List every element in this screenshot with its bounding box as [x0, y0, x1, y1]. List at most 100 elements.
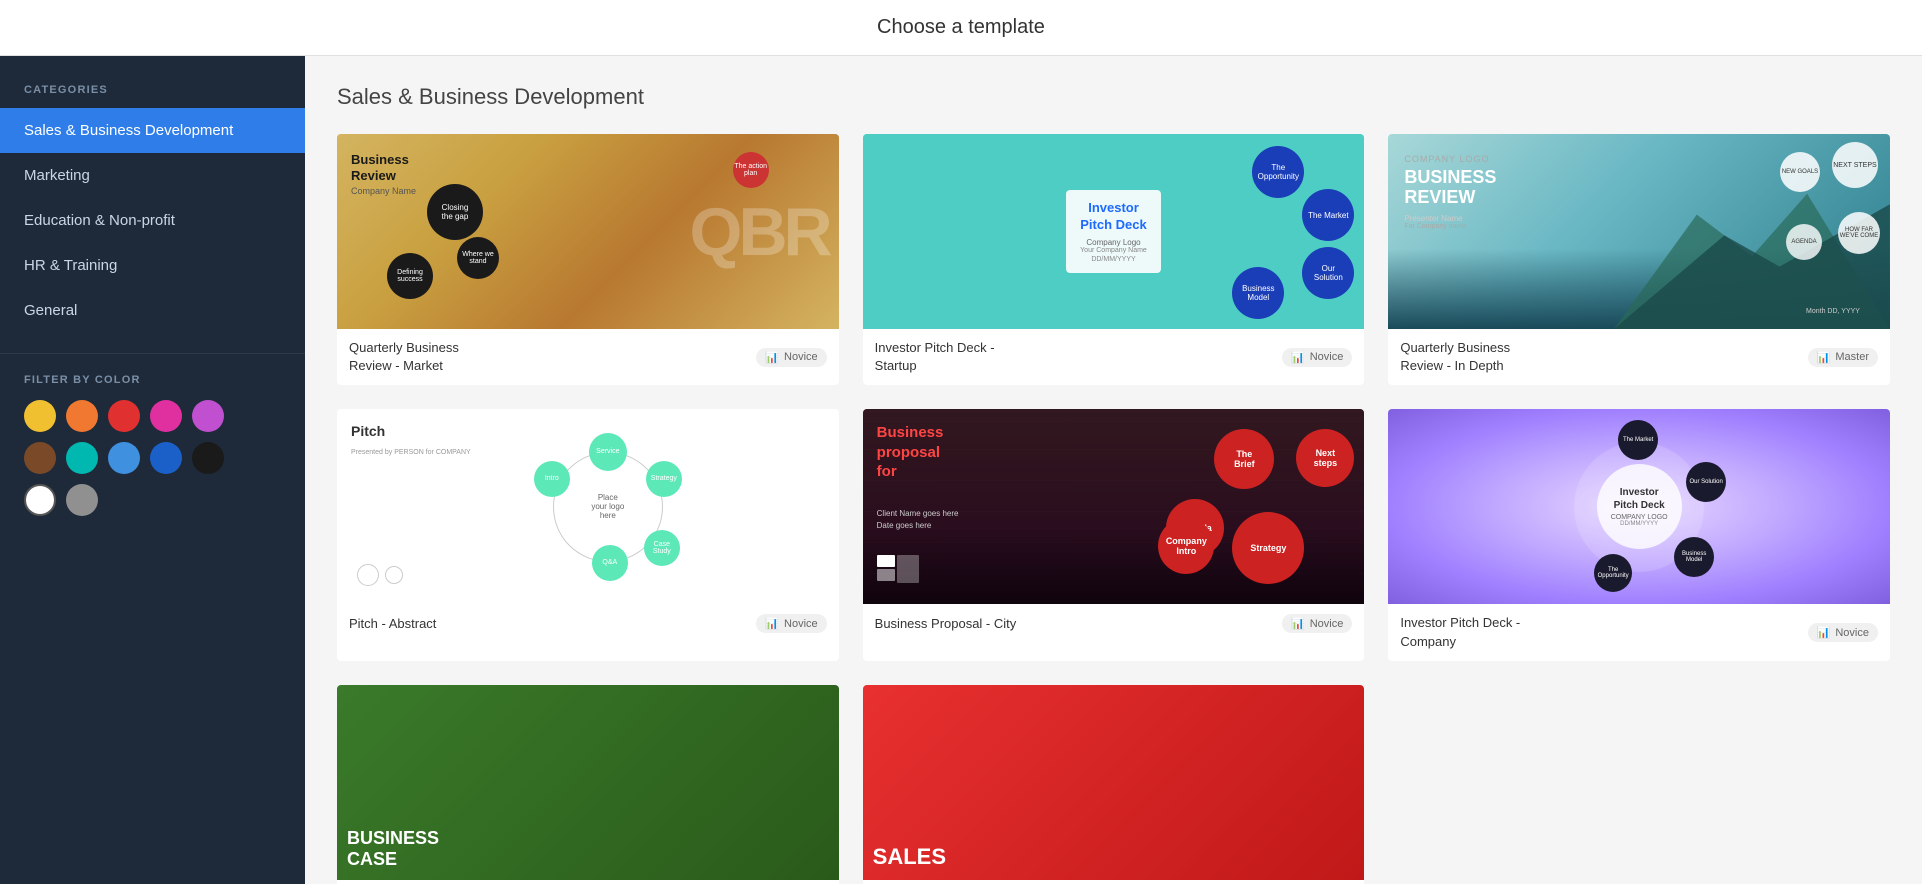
- template-thumb-investor-company: InvestorPitch Deck COMPANY LOGO DD/MM/YY…: [1388, 409, 1890, 604]
- template-card-sales[interactable]: SALES Sales Deck 📊 Novice: [863, 685, 1365, 884]
- pitch-bubble-bizmodel: BusinessModel: [1232, 267, 1284, 319]
- color-swatch-pink[interactable]: [150, 400, 182, 432]
- pitch-main-text: InvestorPitch Deck: [1080, 200, 1147, 234]
- template-card-info-sales: Sales Deck 📊 Novice: [863, 880, 1365, 884]
- template-card-qbr-indepth[interactable]: COMPANY LOGO BUSINESSREVIEW Presenter Na…: [1388, 134, 1890, 385]
- investor-node-bizmodel: Business Model: [1674, 537, 1714, 577]
- pitch-bubble-solution: OurSolution: [1302, 247, 1354, 299]
- color-swatch-yellow[interactable]: [24, 400, 56, 432]
- template-level-qbr-indepth: 📊 Master: [1808, 348, 1878, 367]
- pitch-small-circles: [357, 564, 403, 586]
- page-title: Choose a template: [877, 16, 1045, 39]
- template-thumb-investor-startup: InvestorPitch Deck Company Logo Your Com…: [863, 134, 1365, 329]
- filter-label: FILTER BY COLOR: [0, 374, 305, 400]
- pitch-abstract-title-text: Pitch: [351, 423, 385, 439]
- template-name-pitch-abstract: Pitch - Abstract: [349, 615, 436, 633]
- template-level-qbr-market: 📊 Novice: [756, 348, 826, 367]
- level-icon-5: 📊: [1291, 617, 1305, 630]
- color-swatch-orange[interactable]: [66, 400, 98, 432]
- template-thumb-qbr-market: QBR BusinessReview Company Name Closingt…: [337, 134, 839, 329]
- investor-node-solution: Our Solution: [1686, 462, 1726, 502]
- template-level-investor-startup: 📊 Novice: [1282, 348, 1352, 367]
- sidebar: CATEGORIES Sales & Business Development …: [0, 56, 305, 884]
- pitch-bubble-market: The Market: [1302, 189, 1354, 241]
- qbr-bg-letters: QBR: [690, 193, 829, 271]
- header: Choose a template: [0, 0, 1922, 56]
- section-title: Sales & Business Development: [337, 84, 1890, 110]
- template-name-investor-startup: Investor Pitch Deck -Startup: [875, 339, 995, 375]
- template-level-pitch-abstract: 📊 Novice: [756, 614, 826, 633]
- template-card-info-pitch-abstract: Pitch - Abstract 📊 Novice: [337, 604, 839, 643]
- template-name-qbr-indepth: Quarterly BusinessReview - In Depth: [1400, 339, 1510, 375]
- color-swatch-purple[interactable]: [192, 400, 224, 432]
- qbr-depth-circle-next: NEXT STEPS: [1832, 142, 1878, 188]
- template-card-qbr-market[interactable]: QBR BusinessReview Company Name Closingt…: [337, 134, 839, 385]
- template-card-info-qbr-indepth: Quarterly BusinessReview - In Depth 📊 Ma…: [1388, 329, 1890, 385]
- pitch-white-box: InvestorPitch Deck Company Logo Your Com…: [1066, 190, 1161, 273]
- template-thumb-qbr-indepth: COMPANY LOGO BUSINESSREVIEW Presenter Na…: [1388, 134, 1890, 329]
- sidebar-item-hr[interactable]: HR & Training: [0, 243, 305, 288]
- template-card-info-biz-case: Business Case 📊 Novice: [337, 880, 839, 884]
- color-filter-grid: [0, 400, 305, 516]
- qbr-depth-date: Month DD, YYYY: [1806, 308, 1860, 315]
- main-layout: CATEGORIES Sales & Business Development …: [0, 56, 1922, 884]
- sidebar-item-sales[interactable]: Sales & Business Development: [0, 108, 305, 153]
- template-card-biz-proposal[interactable]: Businessproposalfor Client Name goes her…: [863, 409, 1365, 660]
- sidebar-item-general[interactable]: General: [0, 288, 305, 333]
- pitch-bubble-opportunity: TheOpportunity: [1252, 146, 1304, 198]
- color-swatch-red[interactable]: [108, 400, 140, 432]
- template-name-investor-company: Investor Pitch Deck -Company: [1400, 614, 1520, 650]
- pitch-node-casestudy: CaseStudy: [644, 530, 680, 566]
- color-swatch-teal[interactable]: [66, 442, 98, 474]
- biz-case-title-text: BUSINESSCASE: [347, 828, 439, 870]
- color-swatch-gray[interactable]: [66, 484, 98, 516]
- biz-proposal-title-text: Businessproposalfor: [877, 423, 1007, 482]
- template-card-investor-startup[interactable]: InvestorPitch Deck Company Logo Your Com…: [863, 134, 1365, 385]
- pitch-node-strategy: Strategy: [646, 461, 682, 497]
- pitch-node-qa: Q&A: [592, 545, 628, 581]
- pitch-ring-center: Placeyour logohere: [591, 493, 624, 520]
- level-icon-6: 📊: [1817, 626, 1831, 639]
- pitch-ring-diagram: Placeyour logohere Service Strategy Case…: [553, 452, 663, 562]
- qbr-circle-defining: Definingsuccess: [387, 253, 433, 299]
- sidebar-item-education[interactable]: Education & Non-profit: [0, 198, 305, 243]
- color-swatch-blue-dark[interactable]: [150, 442, 182, 474]
- investor-inner-title: InvestorPitch Deck: [1614, 486, 1665, 512]
- template-card-info-qbr-market: Quarterly BusinessReview - Market 📊 Novi…: [337, 329, 839, 385]
- color-swatch-black[interactable]: [192, 442, 224, 474]
- template-card-investor-company[interactable]: InvestorPitch Deck COMPANY LOGO DD/MM/YY…: [1388, 409, 1890, 660]
- template-thumb-pitch-abstract: Pitch Presented by PERSON for COMPANY Pl…: [337, 409, 839, 604]
- investor-ring-diagram: InvestorPitch Deck COMPANY LOGO DD/MM/YY…: [1574, 442, 1704, 572]
- sidebar-divider: [0, 353, 305, 354]
- template-level-investor-company: 📊 Novice: [1808, 623, 1878, 642]
- template-name-qbr-market: Quarterly BusinessReview - Market: [349, 339, 459, 375]
- investor-node-market: The Market: [1618, 420, 1658, 460]
- investor-node-opportunity: The Opportunity: [1594, 554, 1632, 592]
- color-swatch-blue-light[interactable]: [108, 442, 140, 474]
- template-thumb-sales: SALES: [863, 685, 1365, 880]
- qbr-depth-circle-how: HOW FAR WE'VE COME: [1838, 212, 1880, 254]
- level-icon-4: 📊: [765, 617, 779, 630]
- template-grid: QBR BusinessReview Company Name Closingt…: [337, 134, 1890, 884]
- sales-title-text: SALES: [873, 844, 946, 870]
- template-card-info-investor-startup: Investor Pitch Deck -Startup 📊 Novice: [863, 329, 1365, 385]
- biz-logo-placeholder: [877, 555, 919, 588]
- template-thumb-biz-proposal: Businessproposalfor Client Name goes her…: [863, 409, 1365, 604]
- pitch-node-service: Service: [589, 433, 627, 471]
- qbr-circle-action: The actionplan: [733, 152, 769, 188]
- template-card-info-biz-proposal: Business Proposal - City 📊 Novice: [863, 604, 1365, 643]
- qbr-circle-where: Where westand: [457, 237, 499, 279]
- sidebar-item-marketing[interactable]: Marketing: [0, 153, 305, 198]
- color-swatch-brown[interactable]: [24, 442, 56, 474]
- level-icon-2: 📊: [1291, 351, 1305, 364]
- qbr-depth-circle-agenda: AGENDA: [1786, 224, 1822, 260]
- biz-proposal-client: Client Name goes here: [877, 509, 959, 518]
- level-icon-3: 📊: [1817, 351, 1831, 364]
- investor-ring-inner: InvestorPitch Deck COMPANY LOGO DD/MM/YY…: [1597, 464, 1682, 549]
- level-icon: 📊: [765, 351, 779, 364]
- template-level-biz-proposal: 📊 Novice: [1282, 614, 1352, 633]
- qbr-depth-title-area: COMPANY LOGO BUSINESSREVIEW Presenter Na…: [1404, 154, 1496, 230]
- color-swatch-white[interactable]: [24, 484, 56, 516]
- template-card-biz-case[interactable]: BUSINESSCASE Business Case 📊 Novice: [337, 685, 839, 884]
- template-card-pitch-abstract[interactable]: Pitch Presented by PERSON for COMPANY Pl…: [337, 409, 839, 660]
